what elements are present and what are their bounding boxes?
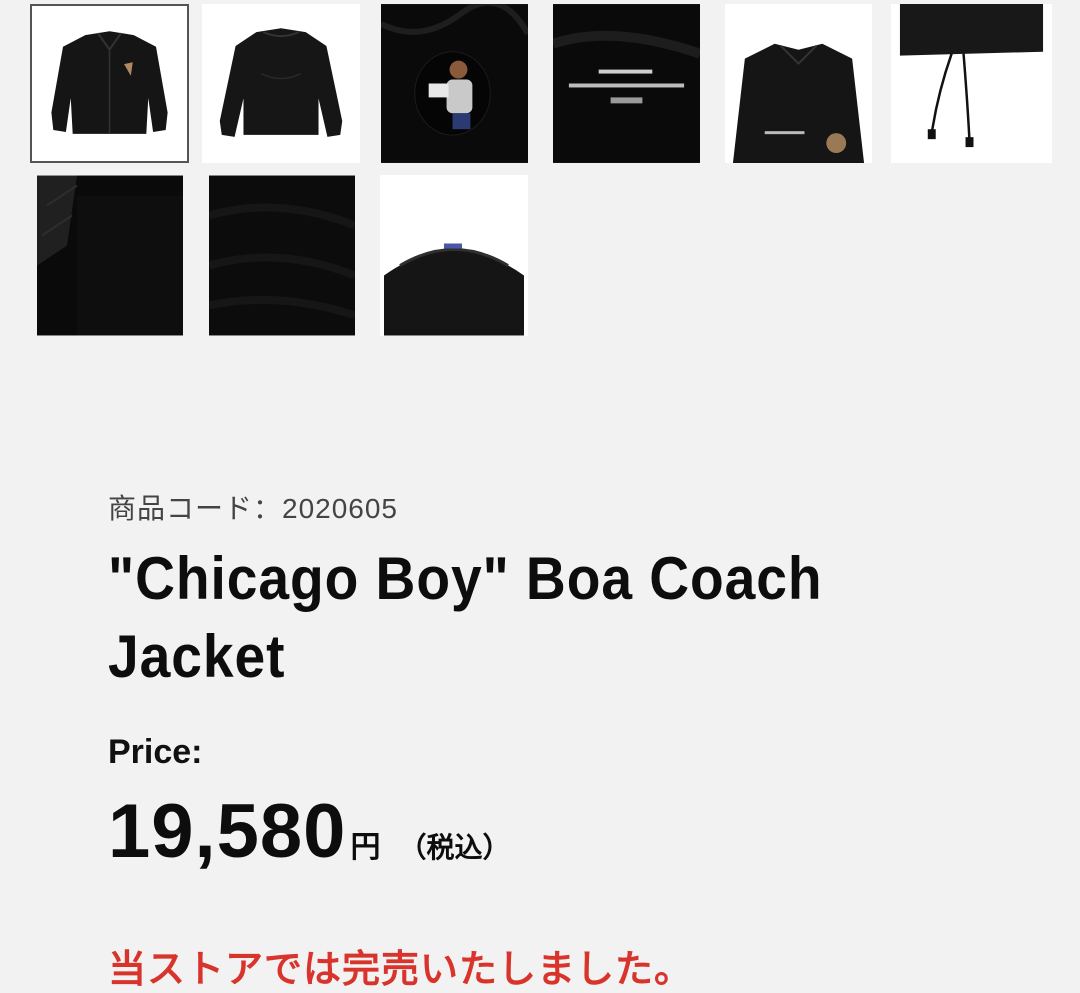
front-print-detail-image <box>725 4 872 163</box>
product-title: "Chicago Boy" Boa Coach Jacket <box>108 545 823 690</box>
jacket-back-image <box>202 4 360 163</box>
price-value: 19,580 <box>108 789 347 874</box>
thumbnail-jacket-front[interactable] <box>30 4 189 163</box>
price-label: Price: <box>108 733 203 771</box>
sold-out-message: 当ストアでは完売いたしました。 <box>108 949 694 991</box>
thumbnail-logo-detail[interactable] <box>553 4 700 163</box>
price-row: 19,580 円 （税込） <box>108 788 510 875</box>
thumbnail-boa-lining-1[interactable] <box>37 175 183 336</box>
collar-lining-image <box>380 175 528 336</box>
thumbnail-front-print-detail[interactable] <box>725 4 872 163</box>
price-unit: 円 <box>350 831 381 864</box>
boa-lining-1-image <box>37 175 183 336</box>
drawcord-detail-image <box>892 4 1051 163</box>
logo-detail-image <box>553 4 700 163</box>
thumbnail-collar-lining[interactable] <box>380 175 528 336</box>
jacket-front-image <box>32 6 187 161</box>
price-tax-note: （税込） <box>398 832 511 863</box>
thumbnail-print-detail[interactable] <box>381 4 528 163</box>
thumbnail-drawcord-detail[interactable] <box>891 4 1052 163</box>
thumbnail-boa-lining-2[interactable] <box>209 175 355 336</box>
print-detail-image <box>381 4 528 163</box>
boa-lining-2-image <box>209 175 355 336</box>
thumbnail-jacket-back[interactable] <box>202 4 360 163</box>
product-code: 商品コード：2020605 <box>108 493 399 524</box>
